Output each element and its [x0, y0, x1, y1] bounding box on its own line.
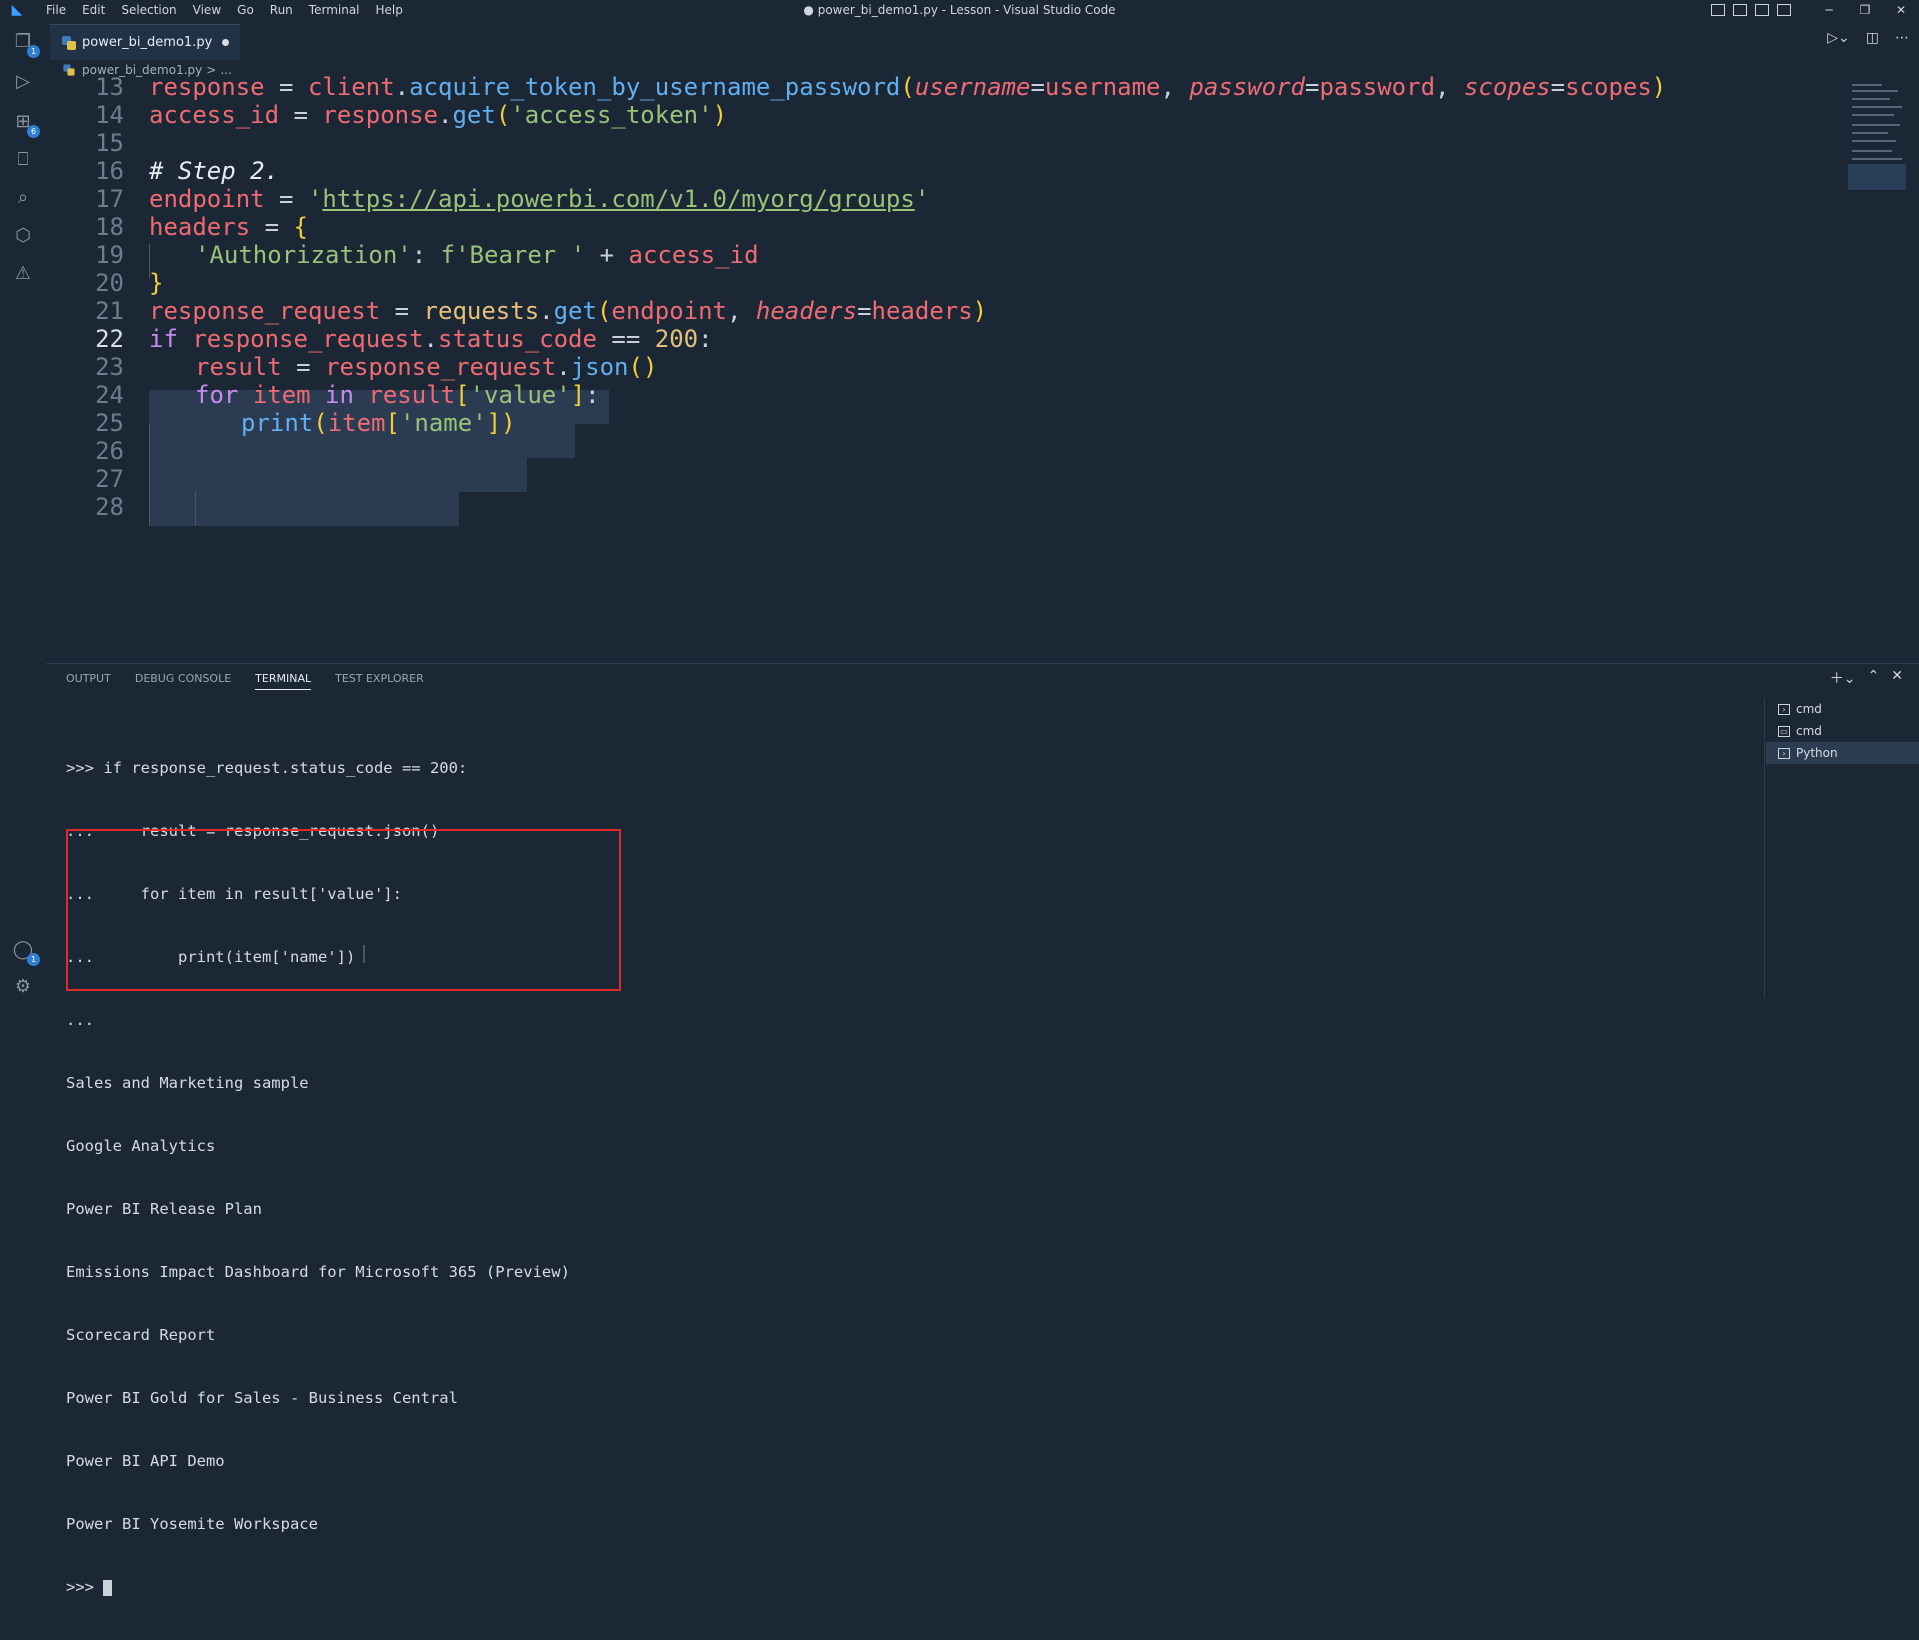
terminal-line: Emissions Impact Dashboard for Microsoft… — [66, 1263, 570, 1281]
new-terminal-icon[interactable]: ＋⌄ — [1830, 668, 1856, 688]
toggle-secondary-sidebar-icon[interactable] — [1755, 4, 1769, 16]
minimap-line — [1852, 90, 1898, 92]
terminal-window-icon: ▭ — [1778, 725, 1790, 737]
toggle-panel-icon[interactable] — [1733, 4, 1747, 16]
terminal-line: Power BI Yosemite Workspace — [66, 1515, 318, 1533]
restore-icon[interactable]: ❐ — [1847, 3, 1883, 17]
extensions-icon[interactable]: ⊞ 6 — [12, 110, 40, 138]
split-editor-icon[interactable]: ◫ — [1866, 30, 1879, 46]
menu-edit[interactable]: Edit — [74, 0, 113, 20]
warning-icon[interactable]: ⚠ — [12, 262, 34, 284]
terminal-icon: › — [1778, 747, 1790, 759]
minimap-line — [1852, 114, 1894, 116]
terminal-item-label: cmd — [1796, 724, 1822, 738]
indent-guide — [195, 492, 196, 526]
more-actions-icon[interactable]: ⋯ — [1895, 30, 1909, 46]
minimap-line — [1852, 150, 1892, 152]
customize-layout-icon[interactable] — [1777, 4, 1791, 16]
terminal-item-cmd[interactable]: › cmd — [1766, 698, 1919, 720]
mouse-ibeam-cursor-icon — [363, 945, 365, 963]
maximize-panel-icon[interactable]: ⌃ — [1868, 668, 1880, 688]
line-number: 28 — [95, 493, 124, 521]
python-file-icon — [62, 35, 76, 50]
title-bar: ◣ File Edit Selection View Go Run Termin… — [0, 0, 1919, 20]
search-icon[interactable]: ⌕ — [12, 186, 34, 208]
indent-guide — [149, 244, 150, 278]
unsaved-dot-icon[interactable] — [222, 39, 230, 46]
minimap-line — [1852, 106, 1902, 108]
tab-debug-console[interactable]: DEBUG CONSOLE — [135, 672, 231, 690]
run-debug-icon[interactable]: ▷ — [12, 70, 34, 92]
breadcrumb-separator: > — [206, 63, 217, 77]
minimap-viewport[interactable] — [1848, 164, 1906, 190]
breadcrumb-symbols[interactable]: ... — [220, 63, 231, 77]
explorer-badge: 1 — [27, 45, 40, 58]
accounts-icon[interactable]: ◯ 1 — [12, 938, 40, 966]
terminal-item-label: cmd — [1796, 702, 1822, 716]
bottom-panel: OUTPUT DEBUG CONSOLE TERMINAL TEST EXPLO… — [46, 663, 1919, 1596]
terminal-item-label: Python — [1796, 746, 1838, 760]
tab-terminal[interactable]: TERMINAL — [255, 672, 312, 690]
menu-run[interactable]: Run — [262, 0, 301, 20]
minimap[interactable] — [1848, 80, 1906, 190]
minimap-line — [1852, 140, 1896, 142]
run-python-icon[interactable]: ▷⌄ — [1827, 30, 1850, 46]
menu-go[interactable]: Go — [229, 0, 262, 20]
menu-selection[interactable]: Selection — [113, 0, 184, 20]
terminal-line: Google Analytics — [66, 1137, 216, 1155]
terminal-line: >>> if response_request.status_code == 2… — [66, 759, 468, 777]
settings-gear-icon[interactable]: ⚙ — [12, 975, 34, 997]
terminal-list-divider — [1764, 698, 1765, 998]
python-file-icon — [63, 64, 75, 76]
bookmark-icon[interactable]: ⎕ — [12, 148, 34, 170]
menu-terminal[interactable]: Terminal — [301, 0, 368, 20]
selection-highlight — [149, 424, 575, 458]
annotation-highlight-box — [66, 829, 621, 991]
minimize-icon[interactable]: ─ — [1811, 3, 1847, 17]
selection-highlight — [149, 390, 609, 424]
close-panel-icon[interactable]: ✕ — [1891, 668, 1903, 688]
minimap-line — [1852, 124, 1900, 126]
terminal-line: Power BI API Demo — [66, 1452, 225, 1470]
minimap-line — [1852, 132, 1888, 134]
menu-file[interactable]: File — [38, 0, 74, 20]
close-icon[interactable]: ✕ — [1883, 3, 1919, 17]
minimap-line — [1852, 84, 1882, 86]
terminal-line: Sales and Marketing sample — [66, 1074, 309, 1092]
terminal-item-python[interactable]: › Python — [1766, 742, 1919, 764]
terminal-line: Scorecard Report — [66, 1326, 216, 1344]
tab-label: power_bi_demo1.py — [82, 35, 213, 50]
terminal-item-cmd-2[interactable]: ▭ cmd — [1766, 720, 1919, 742]
extensions-badge: 6 — [27, 125, 40, 138]
terminal-icon: › — [1778, 703, 1790, 715]
vscode-logo-icon: ◣ — [11, 2, 23, 18]
indent-guide — [149, 424, 150, 526]
minimap-line — [1852, 98, 1890, 100]
activity-bar: ❐ 1 ▷ ⊞ 6 ⎕ ⌕ ⬡ ⚠ ◯ 1 ⚙ — [0, 20, 46, 1005]
menu-view[interactable]: View — [185, 0, 229, 20]
editor-tab-bar: power_bi_demo1.py ▷⌄ ◫ ⋯ — [46, 20, 1919, 60]
tab-output[interactable]: OUTPUT — [66, 672, 111, 690]
terminal-list: › cmd ▭ cmd › Python — [1766, 698, 1919, 764]
terminal-prompt: >>> — [66, 1578, 104, 1596]
menu-help[interactable]: Help — [368, 0, 411, 20]
tab-power-bi-demo1[interactable]: power_bi_demo1.py — [50, 24, 240, 60]
selection-highlight — [149, 458, 527, 492]
code-editor[interactable]: 13 14 15 16 17 18 19 20 21 22 23 24 25 2… — [46, 73, 1846, 655]
remote-explorer-icon[interactable]: ⬡ — [12, 224, 34, 246]
terminal-cursor — [103, 1579, 113, 1596]
accounts-badge: 1 — [27, 953, 40, 966]
toggle-primary-sidebar-icon[interactable] — [1711, 4, 1725, 16]
minimap-line — [1852, 158, 1902, 160]
terminal-line: Power BI Release Plan — [66, 1200, 262, 1218]
terminal-line: Power BI Gold for Sales - Business Centr… — [66, 1389, 458, 1407]
explorer-icon[interactable]: ❐ 1 — [12, 30, 40, 58]
terminal-line: ... — [66, 1011, 94, 1029]
tab-test-explorer[interactable]: TEST EXPLORER — [335, 672, 424, 690]
editor-scrollbar[interactable] — [1906, 80, 1919, 655]
